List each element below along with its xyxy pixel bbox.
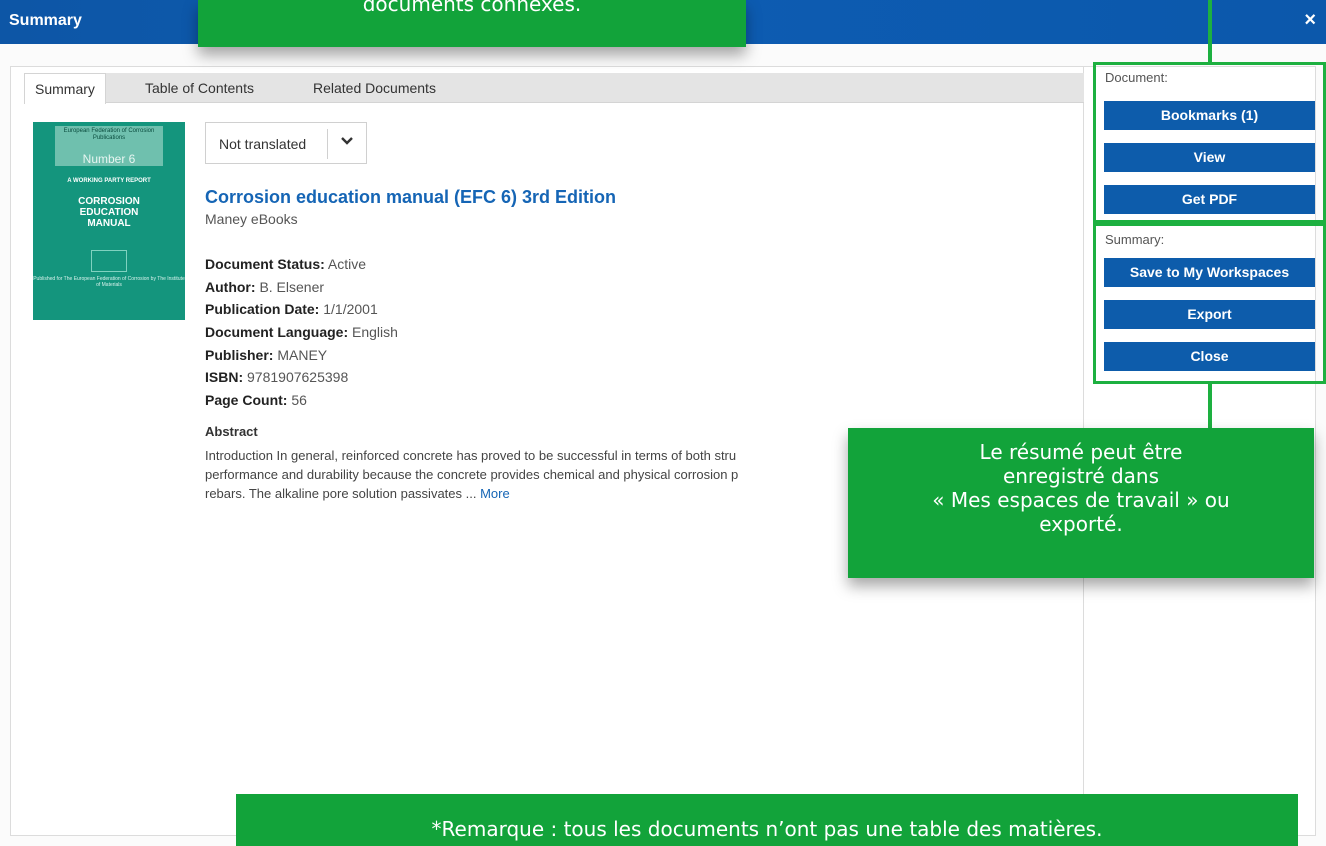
cover-published-for: Published for The European Federation of… [33,276,185,288]
save-export-callout: Le résumé peut être enregistré dans « Me… [848,428,1314,578]
cover-emblem [91,250,127,272]
tab-bar: Summary Table of Contents Related Docume… [24,73,1084,104]
document-source: Maney eBooks [205,211,298,227]
chevron-down-icon[interactable] [340,134,354,151]
tab-related-documents[interactable]: Related Documents [313,73,436,103]
cover-report: A WORKING PARTY REPORT [67,178,151,184]
cover-number: Number 6 [82,152,136,166]
meta-page-count: Page Count: 56 [205,392,307,409]
translation-dropdown[interactable]: Not translated [205,122,367,164]
meta-publication-date: Publication Date: 1/1/2001 [205,301,378,318]
tab-summary[interactable]: Summary [24,73,106,104]
callout-connector-top [1208,0,1212,62]
meta-author: Author: B. Elsener [205,278,325,295]
meta-language: Document Language: English [205,324,398,341]
top-callout: documents connexes. [198,0,746,47]
close-icon[interactable]: × [1304,10,1316,30]
callout-connector-right [1208,384,1212,430]
more-link[interactable]: More [480,486,510,501]
meta-publisher: Publisher: MANEY [205,346,328,363]
document-title-link[interactable]: Corrosion education manual (EFC 6) 3rd E… [205,187,616,208]
dropdown-separator [327,129,328,159]
window-title: Summary [9,12,82,29]
document-actions-highlight [1093,62,1326,223]
cover-title: CORROSION EDUCATION MANUAL [78,196,140,229]
bottom-note-callout: *Remarque : tous les documents n’ont pas… [236,794,1298,846]
summary-actions-highlight [1093,223,1326,384]
meta-status: Document Status: Active [205,256,367,272]
abstract-text: Introduction In general, reinforced conc… [205,448,739,501]
book-cover-image: European Federation of Corrosion Publica… [33,122,185,320]
abstract-heading: Abstract [205,424,258,439]
document-metadata: Document Status: Active Author: B. Elsen… [205,253,398,412]
meta-isbn: ISBN: 9781907625398 [205,369,349,386]
translation-value: Not translated [219,136,307,152]
tab-table-of-contents[interactable]: Table of Contents [145,73,254,103]
